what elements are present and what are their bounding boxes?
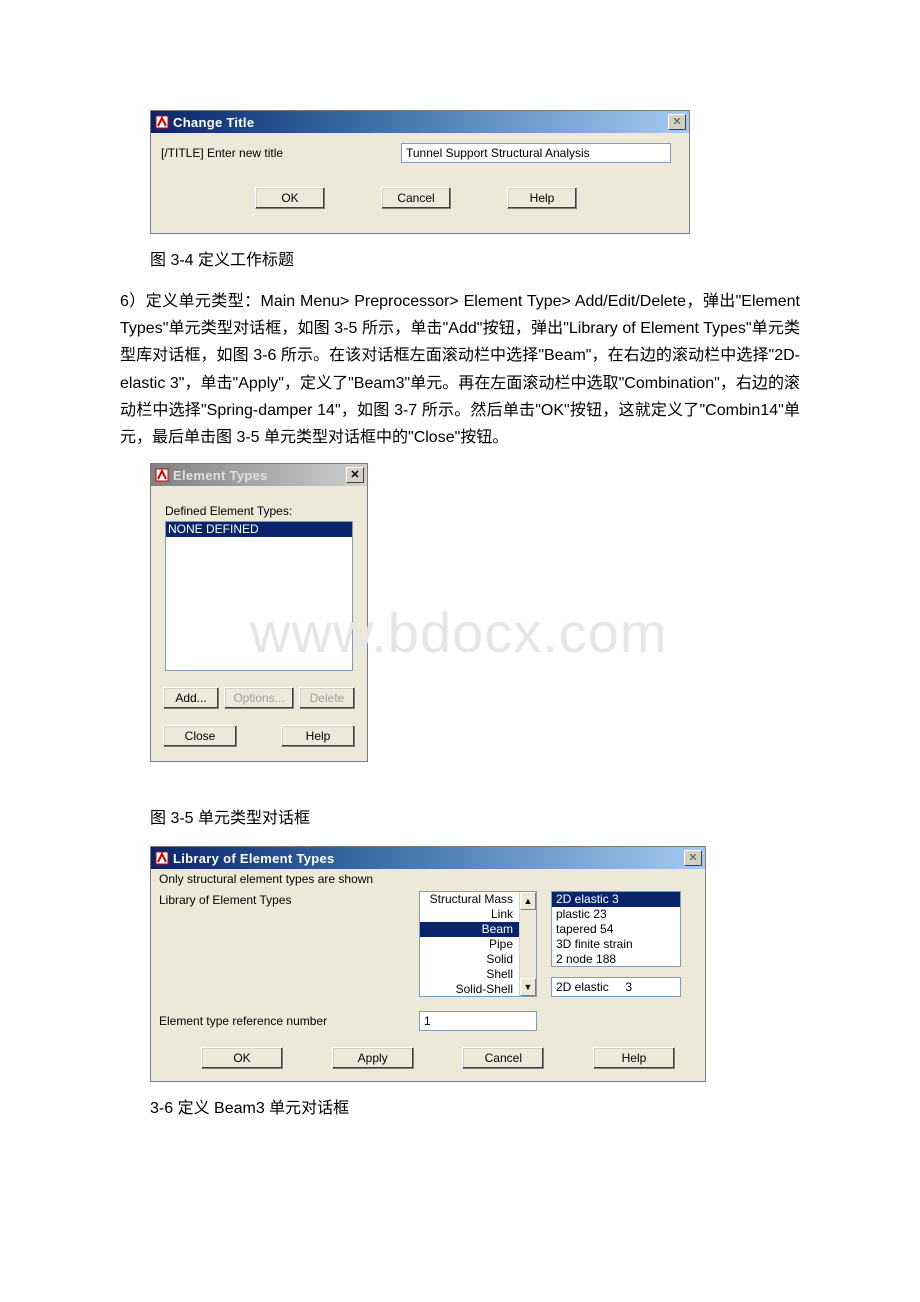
title-input[interactable]	[401, 143, 671, 163]
cancel-button[interactable]: Cancel	[381, 187, 451, 209]
delete-button: Delete	[299, 687, 355, 709]
ok-button[interactable]: OK	[201, 1047, 283, 1069]
scroll-up-icon[interactable]: ▲	[520, 892, 536, 910]
close-icon[interactable]: ✕	[346, 467, 364, 483]
dialog-titlebar: Library of Element Types ✕	[151, 847, 705, 869]
change-title-dialog: Change Title ✕ [/TITLE] Enter new title …	[150, 110, 690, 234]
dialog-title: Library of Element Types	[173, 851, 684, 866]
close-icon[interactable]: ✕	[668, 114, 686, 130]
defined-types-label: Defined Element Types:	[165, 504, 367, 518]
list-item[interactable]: Shell	[420, 967, 519, 982]
apply-button[interactable]: Apply	[332, 1047, 414, 1069]
list-item[interactable]: 3D finite strain	[552, 937, 680, 952]
list-item[interactable]: Pipe	[420, 937, 519, 952]
help-button[interactable]: Help	[593, 1047, 675, 1069]
list-item[interactable]: 2 node 188	[552, 952, 680, 967]
list-item[interactable]: NONE DEFINED	[166, 522, 352, 537]
list-item[interactable]: Beam	[420, 922, 519, 937]
list-item[interactable]: Structural Mass	[420, 892, 519, 907]
ref-number-input[interactable]	[419, 1011, 537, 1031]
close-button[interactable]: Close	[163, 725, 237, 747]
scroll-down-icon[interactable]: ▼	[520, 978, 536, 996]
cancel-button[interactable]: Cancel	[462, 1047, 544, 1069]
list-item[interactable]: 2D elastic 3	[552, 892, 680, 907]
figure-caption-3-6: 3-6 定义 Beam3 单元对话框	[150, 1094, 800, 1118]
close-icon[interactable]: ✕	[684, 850, 702, 866]
title-label: [/TITLE] Enter new title	[159, 146, 401, 160]
app-icon	[155, 115, 169, 129]
body-paragraph: 6）定义单元类型：Main Menu> Preprocessor> Elemen…	[120, 288, 800, 451]
subtype-listbox[interactable]: 2D elastic 3plastic 23tapered 543D finit…	[551, 891, 681, 967]
dialog-title: Element Types	[173, 468, 346, 483]
info-line: Only structural element types are shown	[151, 869, 705, 889]
add-button[interactable]: Add...	[163, 687, 219, 709]
scrollbar[interactable]: ▲ ▼	[519, 892, 536, 996]
app-icon	[155, 468, 169, 482]
library-label: Library of Element Types	[159, 891, 419, 907]
list-item[interactable]: Solid-Shell	[420, 982, 519, 997]
element-types-listbox[interactable]: NONE DEFINED	[165, 521, 353, 671]
ok-button[interactable]: OK	[255, 187, 325, 209]
list-item[interactable]: plastic 23	[552, 907, 680, 922]
selected-type-display[interactable]	[551, 977, 681, 997]
figure-caption-3-5: 图 3-5 单元类型对话框	[150, 804, 800, 828]
help-button[interactable]: Help	[507, 187, 577, 209]
figure-caption-3-4: 图 3-4 定义工作标题	[150, 246, 800, 270]
element-types-dialog: Element Types ✕ Defined Element Types: N…	[150, 463, 368, 762]
category-listbox[interactable]: Structural MassLinkBeamPipeSolidShellSol…	[419, 891, 537, 997]
app-icon	[155, 851, 169, 865]
list-item[interactable]: Solid	[420, 952, 519, 967]
dialog-title: Change Title	[173, 115, 668, 130]
help-button[interactable]: Help	[281, 725, 355, 747]
list-item[interactable]: Link	[420, 907, 519, 922]
ref-number-label: Element type reference number	[159, 1014, 419, 1028]
dialog-titlebar: Element Types ✕	[151, 464, 367, 486]
library-element-types-dialog: Library of Element Types ✕ Only structur…	[150, 846, 706, 1082]
list-item[interactable]: tapered 54	[552, 922, 680, 937]
options-button: Options...	[224, 687, 293, 709]
dialog-titlebar: Change Title ✕	[151, 111, 689, 133]
